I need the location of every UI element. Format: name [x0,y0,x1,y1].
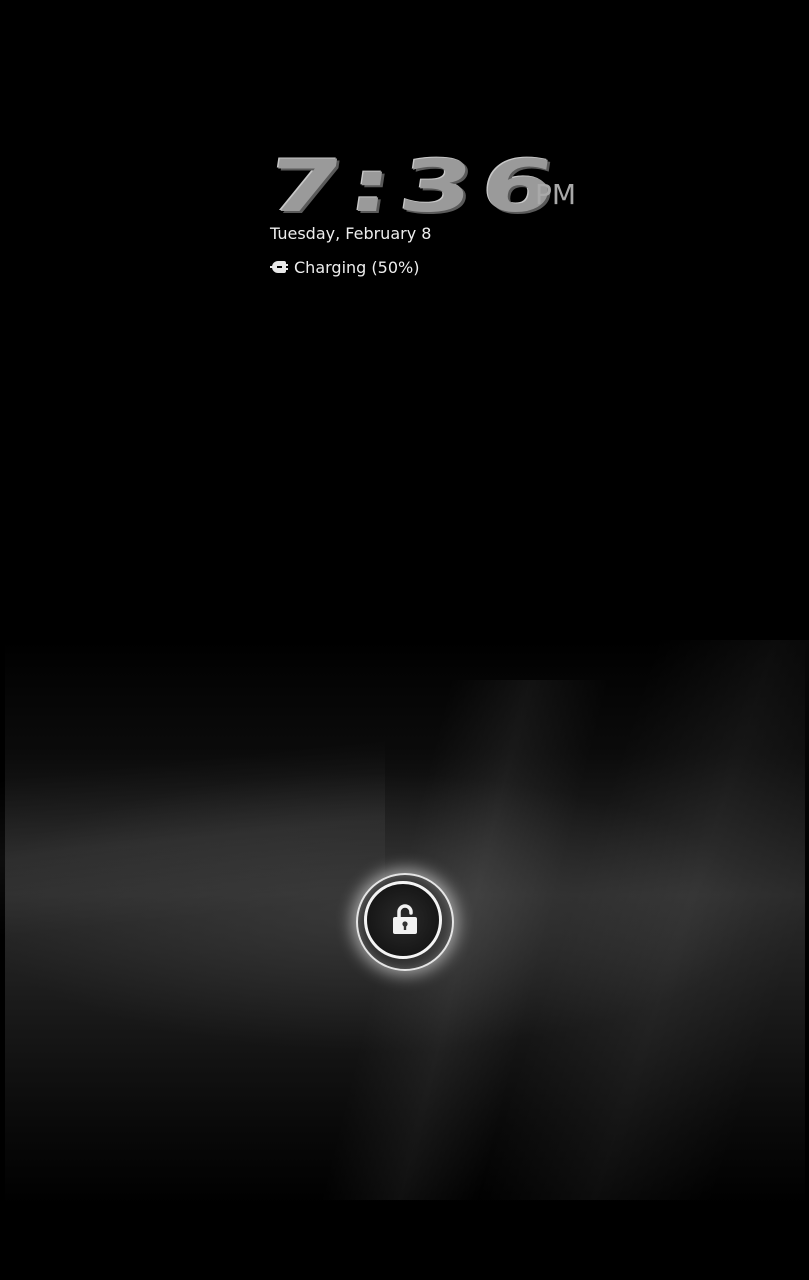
charging-text: Charging (50%) [294,257,420,277]
date-label: Tuesday, February 8 [270,224,432,243]
wallpaper-streak [0,737,385,943]
clock: 7:36 PM [262,140,590,228]
clock-time: 7:36 [262,144,570,228]
clock-ampm: PM [535,178,577,211]
charging-icon [270,261,288,273]
lock-screen: 7:36 PM Tuesday, February 8 Charging (50… [0,0,809,1280]
charging-status: Charging (50%) [270,257,419,277]
unlock-icon [391,903,419,939]
unlock-handle[interactable] [356,873,454,971]
